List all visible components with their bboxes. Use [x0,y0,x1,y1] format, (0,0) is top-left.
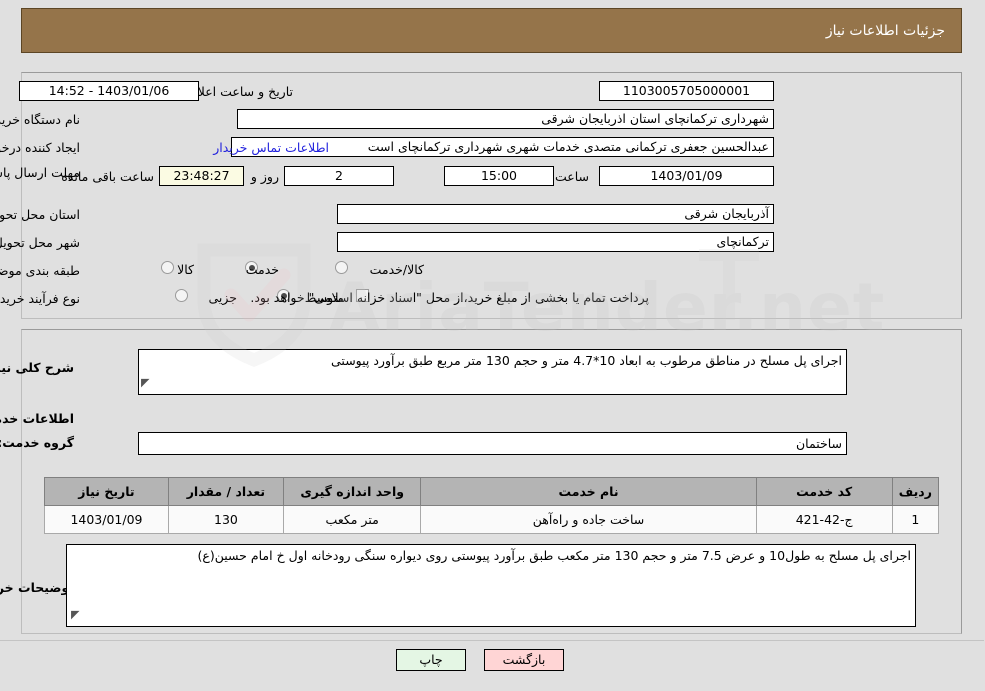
services-section-title: اطلاعات خدمات مورد نیاز [0,411,75,426]
deadline-hour-label: ساعت [555,169,590,184]
deadline-days-suffix: روز و [251,169,280,184]
cell-row-number: 1 [892,505,941,534]
buyer-org-label: نام دستگاه خریدار: [0,112,81,127]
deadline-hour-value: 15:00 [445,166,555,186]
deadline-date: 1403/01/09 [600,166,775,186]
page-title: جزئیات اطلاعات نیاز [826,22,946,39]
deadline-countdown-suffix: ساعت باقی مانده [62,169,155,184]
cell-unit: متر مکعب [283,505,423,534]
cell-service-name: ساخت جاده و راه‌آهن [421,505,758,534]
deadline-days-value: 2 [285,166,395,186]
cell-service-code: ج-42-421 [756,505,894,534]
back-button[interactable]: بازگشت [485,649,565,671]
table-row: 1 ج-42-421 ساخت جاده و راه‌آهن متر مکعب … [45,505,941,534]
treasury-note-text: پرداخت تمام یا بخشی از مبلغ خرید،از محل … [251,290,650,305]
service-group-label: گروه خدمت: [0,435,75,450]
delivery-province-value: آذربایجان شرقی [338,204,775,224]
subject-category-label: طبقه بندی موضوعی: [0,263,81,278]
col-service-code: کد خدمت [756,477,894,506]
radio-category-kala[interactable] [162,261,175,274]
general-description-label: شرح کلی نیاز: [0,360,75,375]
delivery-city-label: شهر محل تحویل: [0,235,81,250]
radio-category-kala-khedmat-label: کالا/خدمت [370,262,425,277]
announce-datetime-value: 1403/01/06 - 14:52 [20,81,200,101]
cell-need-date: 1403/01/09 [45,505,170,534]
request-creator-label: ایجاد کننده درخواست: [0,140,81,155]
footer-divider [0,640,985,641]
col-unit: واحد اندازه گیری [283,477,423,506]
service-items-table: ردیف کد خدمت نام خدمت واحد اندازه گیری ت… [45,477,941,534]
radio-category-kala-label: کالا [178,262,195,277]
col-quantity: تعداد / مقدار [168,477,285,506]
purchase-process-label: نوع فرآیند خرید : [0,291,81,306]
buyer-contact-link[interactable]: اطلاعات تماس خریدار [214,140,330,155]
deadline-countdown: 23:48:27 [160,166,245,186]
radio-category-kala-khedmat[interactable] [336,261,349,274]
buyer-notes-value[interactable]: اجرای پل مسلح به طول10 و عرض 7.5 متر و ح… [67,544,917,627]
col-need-date: تاریخ نیاز [45,477,170,506]
buyer-org-value: شهرداری ترکمانچای استان اذربایجان شرقی [238,109,775,129]
delivery-city-value: ترکمانچای [338,232,775,252]
print-button[interactable]: چاپ [397,649,467,671]
col-row-number: ردیف [892,477,941,506]
radio-process-jozei-label: جزیی [209,290,238,305]
service-group-value: ساختمان [139,432,848,455]
general-description-value[interactable]: اجرای پل مسلح در مناطق مرطوب به ابعاد 10… [139,349,848,395]
radio-category-khedmat-label: خدمت [246,262,280,277]
radio-process-jozei[interactable] [176,289,189,302]
table-header-row: ردیف کد خدمت نام خدمت واحد اندازه گیری ت… [45,477,941,506]
need-number-value: 1103005705000001 [600,81,775,101]
page-title-bar: جزئیات اطلاعات نیاز [22,8,963,53]
buyer-notes-label: توضیحات خریدار: [0,580,75,595]
cell-quantity: 130 [168,505,285,534]
col-service-name: نام خدمت [421,477,758,506]
delivery-province-label: استان محل تحویل: [0,207,81,222]
